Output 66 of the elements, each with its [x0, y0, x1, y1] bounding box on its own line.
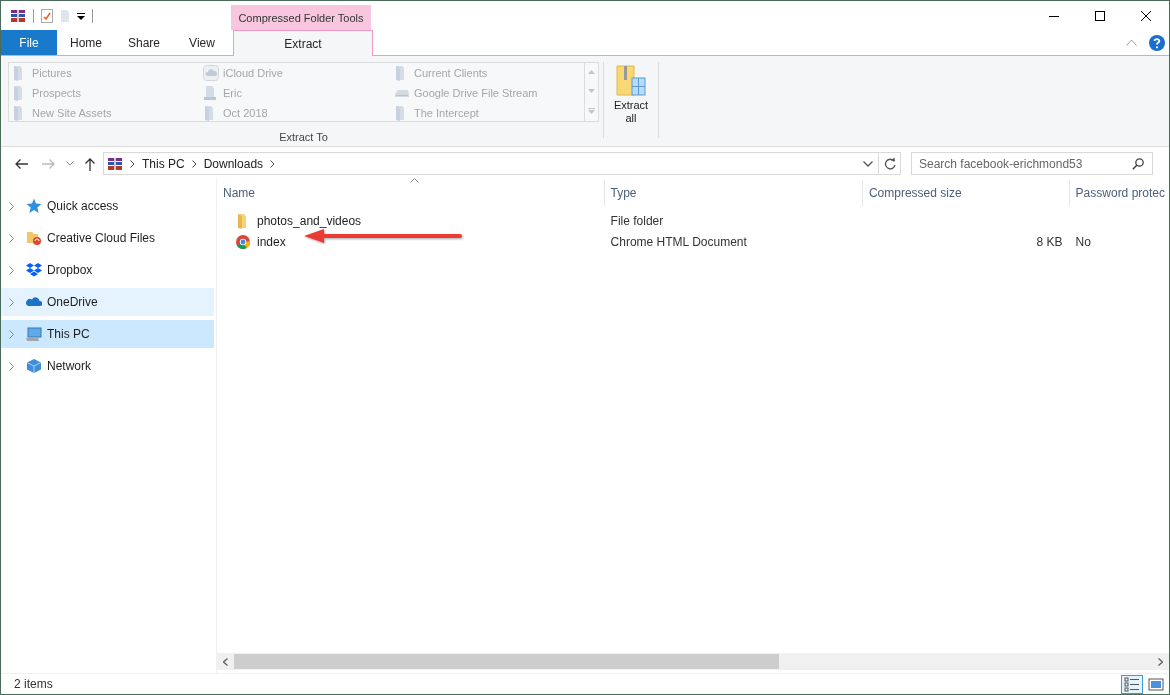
file-name[interactable]: index: [257, 234, 286, 249]
star-icon: [26, 198, 42, 214]
group-label: Extract To: [278, 131, 329, 143]
network-icon: [26, 358, 42, 374]
computer-icon: [26, 326, 42, 342]
file-name[interactable]: photos_and_videos: [257, 213, 362, 228]
zip-folder-icon: [616, 64, 646, 96]
navigation-item[interactable]: Quick access: [1, 192, 214, 220]
cloud-icon: [203, 65, 219, 81]
horizontal-scrollbar[interactable]: [217, 653, 1169, 670]
ribbon-tab[interactable]: Home: [57, 30, 115, 55]
password-protected-value: No: [1075, 234, 1091, 249]
column-header[interactable]: Compressed size: [862, 180, 1070, 206]
details-list-icon: [1124, 676, 1140, 692]
file-menu-tab[interactable]: File: [1, 30, 57, 55]
breadcrumb-item[interactable]: Downloads: [203, 156, 264, 171]
scrollbar-thumb[interactable]: [234, 654, 779, 669]
ribbon-tab[interactable]: Extract: [233, 30, 373, 56]
column-header[interactable]: Password protec: [1069, 180, 1169, 206]
file-type: Chrome HTML Document: [609, 233, 748, 251]
search-field[interactable]: Search facebook-erichmond53: [911, 152, 1153, 175]
scroll-right-icon[interactable]: [1158, 657, 1163, 666]
dropdown-icon[interactable]: [77, 11, 85, 20]
up-arrow-icon[interactable]: [84, 156, 96, 171]
refresh-icon: [883, 157, 896, 170]
breadcrumb-item[interactable]: This PC: [142, 156, 185, 171]
picture-icon: [1148, 676, 1164, 692]
navigation-item[interactable]: This PC: [1, 320, 214, 348]
sort-ascending-icon: [410, 178, 420, 183]
collapse-ribbon-icon[interactable]: [1126, 39, 1137, 46]
file-size: 8 KB: [1036, 234, 1063, 249]
extract-all-button[interactable]: Extract all: [608, 62, 654, 146]
chevron-right-icon[interactable]: [270, 159, 276, 168]
file-type: File folder: [609, 212, 665, 230]
close-icon: [1141, 10, 1151, 21]
scroll-left-icon[interactable]: [223, 657, 228, 666]
chevron-down-icon[interactable]: [863, 160, 873, 167]
details-view-button[interactable]: [1121, 674, 1143, 694]
column-header[interactable]: Name: [217, 180, 605, 206]
user-folder-icon: [203, 85, 219, 101]
ribbon-tab[interactable]: Share: [115, 30, 173, 55]
back-arrow-icon[interactable]: [14, 157, 28, 170]
chevron-right-icon[interactable]: [191, 159, 197, 168]
navigation-item[interactable]: Network: [1, 352, 214, 380]
chevron-down-icon[interactable]: [66, 161, 74, 166]
folder-icon: [26, 230, 42, 246]
navigation-item[interactable]: OneDrive: [1, 288, 214, 316]
address-bar[interactable]: This PC Downloads: [103, 152, 879, 175]
navigation-item[interactable]: Creative Cloud Files: [1, 224, 214, 252]
browser-icon: [235, 233, 251, 250]
search-icon[interactable]: [1132, 158, 1144, 170]
chevron-right-icon[interactable]: [130, 159, 135, 168]
column-header[interactable]: Type: [604, 180, 863, 206]
books-icon: [107, 156, 123, 171]
checklist-icon[interactable]: [41, 8, 53, 23]
question-icon: [1149, 34, 1165, 51]
refresh-button[interactable]: [879, 152, 901, 175]
contextual-tab-group-label: Compressed Folder Tools: [231, 5, 371, 30]
books-icon[interactable]: [10, 8, 26, 23]
maximize-icon: [1095, 10, 1105, 21]
ribbon-tab[interactable]: View: [173, 30, 231, 55]
navigation-item[interactable]: Dropbox: [1, 256, 214, 284]
help-button[interactable]: [1149, 34, 1165, 51]
item-count: 2 items: [14, 677, 53, 691]
dropbox-icon: [26, 262, 42, 278]
forward-arrow-icon[interactable]: [42, 157, 56, 170]
